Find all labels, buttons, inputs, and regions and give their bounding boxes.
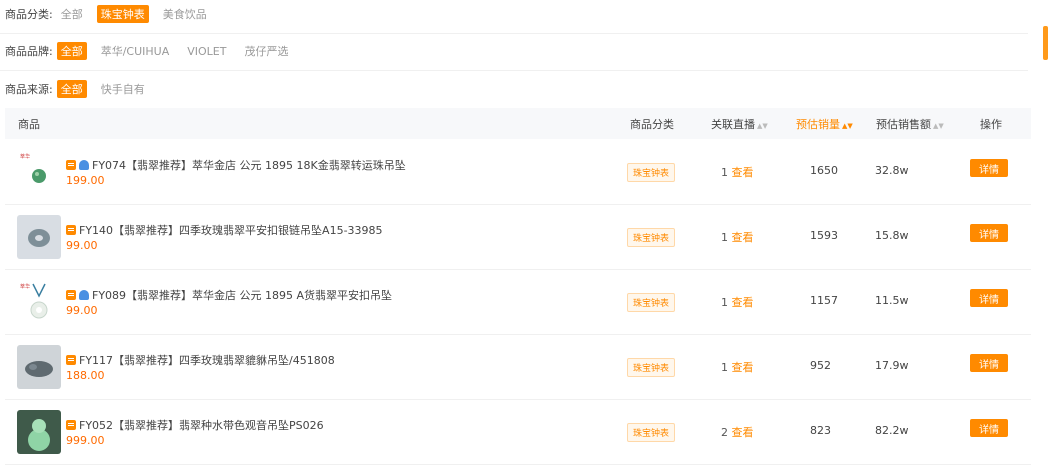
live-cell: 1 查看 xyxy=(721,166,754,179)
sales-value: 823 xyxy=(810,424,831,437)
product-title[interactable]: FY089【翡翠推荐】萃华金店 公元 1895 A货翡翠平安扣吊坠 xyxy=(92,287,392,303)
amount-value: 82.2w xyxy=(875,424,909,437)
product-price: 188.00 xyxy=(66,369,105,382)
product-title-line[interactable]: FY140【翡翠推荐】四季玫瑰翡翠平安扣银链吊坠A15-33985 xyxy=(66,222,383,238)
shop-icon xyxy=(66,160,76,170)
product-title-line[interactable]: FY117【翡翠推荐】四季玫瑰翡翠貔貅吊坠/451808 xyxy=(66,352,335,368)
detail-button[interactable]: 详情 xyxy=(970,224,1008,242)
table-row: FY052【翡翠推荐】翡翠种水带色观音吊坠PS026 999.00 珠宝钟表 2… xyxy=(5,400,1031,465)
source-option-all[interactable]: 全部 xyxy=(56,80,87,98)
sales-value: 1157 xyxy=(810,294,838,307)
category-option-all[interactable]: 全部 xyxy=(57,5,87,23)
amount-value: 11.5w xyxy=(875,294,909,307)
product-title[interactable]: FY052【翡翠推荐】翡翠种水带色观音吊坠PS026 xyxy=(79,417,324,433)
shop-icon xyxy=(66,225,76,235)
divider xyxy=(0,70,1028,71)
product-price: 999.00 xyxy=(66,434,105,447)
category-tag: 珠宝钟表 xyxy=(627,423,676,442)
table-row: FY117【翡翠推荐】四季玫瑰翡翠貔貅吊坠/451808 188.00 珠宝钟表… xyxy=(5,335,1031,400)
brand-option-maozai[interactable]: 茂仔严选 xyxy=(240,42,292,60)
table-header: 商品 商品分类 关联直播 ▲▼ 预估销量 ▲▼ 预估销售额 ▲▼ 操作 xyxy=(5,108,1031,139)
live-cell: 2 查看 xyxy=(721,426,754,439)
table-row: FY140【翡翠推荐】四季玫瑰翡翠平安扣银链吊坠A15-33985 99.00 … xyxy=(5,205,1031,270)
svg-text:萃华: 萃华 xyxy=(20,283,30,290)
svg-text:萃华: 萃华 xyxy=(20,153,30,160)
brand-option-all[interactable]: 全部 xyxy=(56,42,87,60)
table-row: 萃华 FY089【翡翠推荐】萃华金店 公元 1895 A货翡翠平安扣吊坠 99.… xyxy=(5,270,1031,335)
product-thumbnail[interactable] xyxy=(17,215,61,259)
product-title[interactable]: FY074【翡翠推荐】萃华金店 公元 1895 18K金翡翠转运珠吊坠 xyxy=(92,157,406,173)
header-category: 商品分类 xyxy=(630,117,674,131)
product-price: 99.00 xyxy=(66,304,98,317)
live-cell: 1 查看 xyxy=(721,231,754,244)
view-live-link[interactable]: 查看 xyxy=(732,361,754,374)
brand-option-violet[interactable]: VIOLET xyxy=(183,44,230,59)
source-filter: 商品来源: 全部 快手自有 xyxy=(5,78,1028,100)
product-price: 99.00 xyxy=(66,239,98,252)
category-tag: 珠宝钟表 xyxy=(627,163,676,182)
detail-button[interactable]: 详情 xyxy=(970,289,1008,307)
view-live-link[interactable]: 查看 xyxy=(732,166,754,179)
header-product: 商品 xyxy=(18,117,40,131)
product-thumbnail[interactable] xyxy=(17,410,61,454)
brand-filter-label: 商品品牌: xyxy=(5,45,53,58)
detail-button[interactable]: 详情 xyxy=(970,159,1008,177)
brand-option-cuihua[interactable]: 萃华/CUIHUA xyxy=(97,42,174,60)
sales-value: 1593 xyxy=(810,229,838,242)
view-live-link[interactable]: 查看 xyxy=(732,426,754,439)
source-filter-label: 商品来源: xyxy=(5,83,53,96)
product-title[interactable]: FY140【翡翠推荐】四季玫瑰翡翠平安扣银链吊坠A15-33985 xyxy=(79,222,383,238)
amount-value: 17.9w xyxy=(875,359,909,372)
detail-button[interactable]: 详情 xyxy=(970,354,1008,372)
source-option-kuaishou[interactable]: 快手自有 xyxy=(97,80,149,98)
product-title-line[interactable]: FY052【翡翠推荐】翡翠种水带色观音吊坠PS026 xyxy=(66,417,324,433)
brand-filter: 商品品牌: 全部 萃华/CUIHUA VIOLET 茂仔严选 xyxy=(5,40,1028,62)
category-filter: 商品分类: 全部 珠宝钟表 美食饮品 xyxy=(5,3,1028,25)
view-live-link[interactable]: 查看 xyxy=(732,231,754,244)
product-title-line[interactable]: FY074【翡翠推荐】萃华金店 公元 1895 18K金翡翠转运珠吊坠 xyxy=(66,157,406,173)
category-tag: 珠宝钟表 xyxy=(627,293,676,312)
table-row: 萃华 FY074【翡翠推荐】萃华金店 公元 1895 18K金翡翠转运珠吊坠 1… xyxy=(5,140,1031,205)
category-tag: 珠宝钟表 xyxy=(627,358,676,377)
product-thumbnail[interactable] xyxy=(17,345,61,389)
divider xyxy=(0,33,1028,34)
category-option-jewelry[interactable]: 珠宝钟表 xyxy=(96,5,149,23)
sort-icon[interactable]: ▲▼ xyxy=(842,122,853,130)
header-sales[interactable]: 预估销量 ▲▼ xyxy=(796,116,853,132)
live-cell: 1 查看 xyxy=(721,361,754,374)
detail-button[interactable]: 详情 xyxy=(970,419,1008,437)
product-price: 199.00 xyxy=(66,174,105,187)
amount-value: 15.8w xyxy=(875,229,909,242)
live-cell: 1 查看 xyxy=(721,296,754,309)
anchor-icon xyxy=(79,160,89,170)
header-live[interactable]: 关联直播 ▲▼ xyxy=(711,116,768,132)
sort-icon[interactable]: ▲▼ xyxy=(757,122,768,130)
product-title-line[interactable]: FY089【翡翠推荐】萃华金店 公元 1895 A货翡翠平安扣吊坠 xyxy=(66,287,392,303)
product-thumbnail[interactable]: 萃华 xyxy=(17,150,61,194)
scrollbar-thumb[interactable] xyxy=(1043,26,1048,60)
shop-icon xyxy=(66,355,76,365)
shop-icon xyxy=(66,290,76,300)
product-title[interactable]: FY117【翡翠推荐】四季玫瑰翡翠貔貅吊坠/451808 xyxy=(79,352,335,368)
sales-value: 1650 xyxy=(810,164,838,177)
header-amount[interactable]: 预估销售额 ▲▼ xyxy=(876,116,944,132)
sort-icon[interactable]: ▲▼ xyxy=(933,122,944,130)
product-thumbnail[interactable]: 萃华 xyxy=(17,280,61,324)
shop-icon xyxy=(66,420,76,430)
view-live-link[interactable]: 查看 xyxy=(732,296,754,309)
category-filter-label: 商品分类: xyxy=(5,8,53,21)
category-tag: 珠宝钟表 xyxy=(627,228,676,247)
header-action: 操作 xyxy=(980,117,1002,131)
anchor-icon xyxy=(79,290,89,300)
amount-value: 32.8w xyxy=(875,164,909,177)
category-option-food[interactable]: 美食饮品 xyxy=(159,5,211,23)
sales-value: 952 xyxy=(810,359,831,372)
